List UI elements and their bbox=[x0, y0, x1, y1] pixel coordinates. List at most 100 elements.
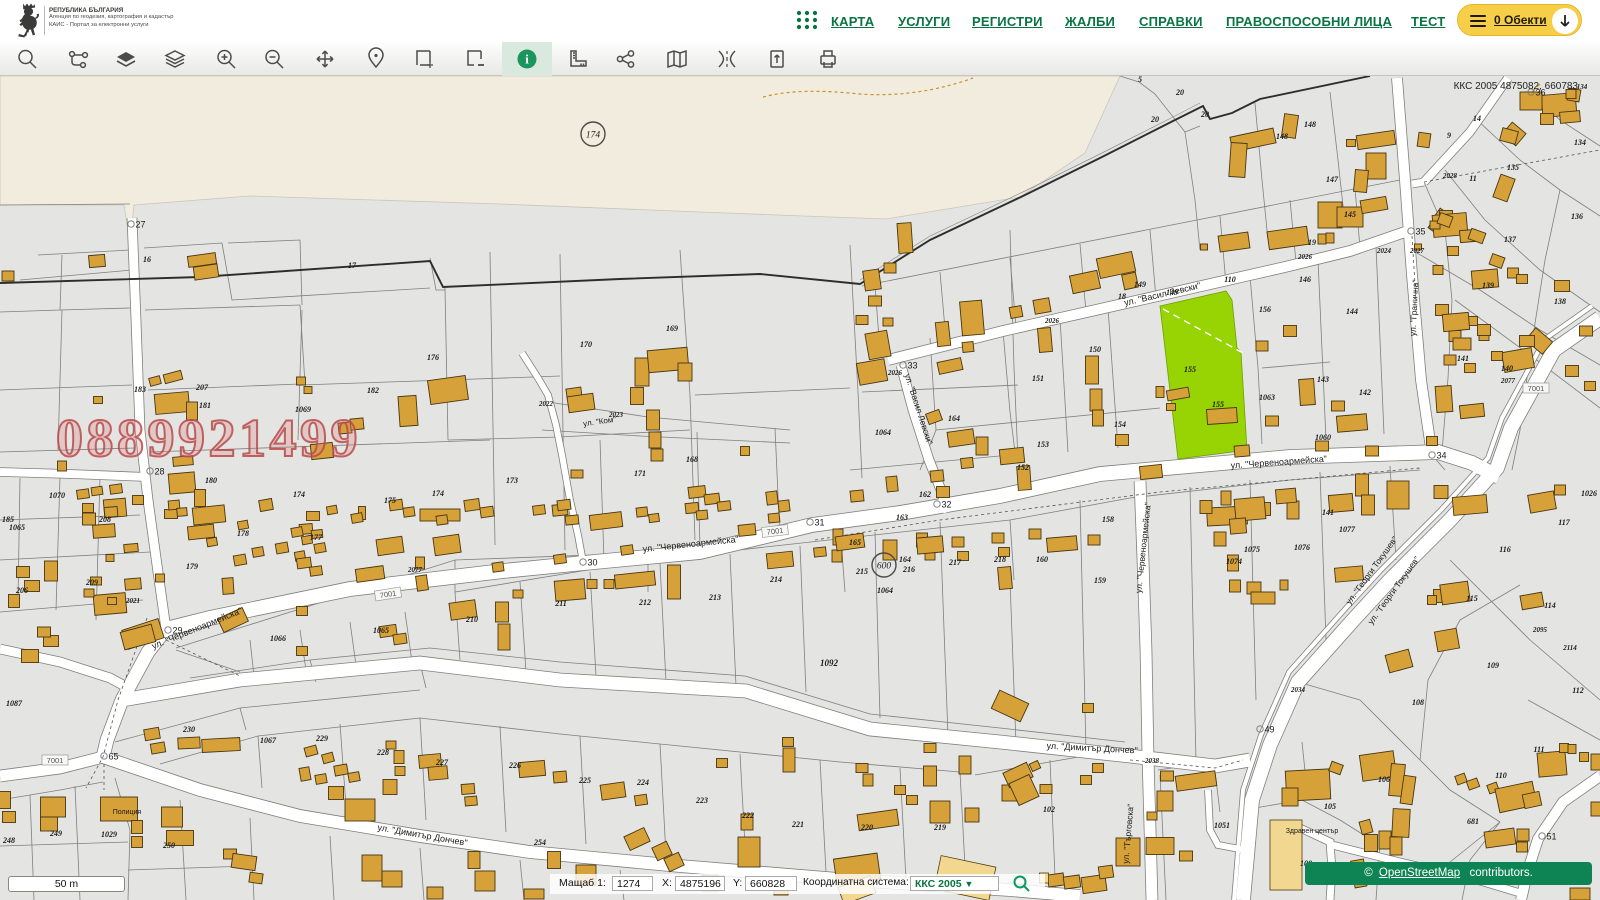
svg-text:230: 230 bbox=[182, 725, 195, 734]
svg-text:163: 163 bbox=[896, 513, 908, 522]
svg-text:1065: 1065 bbox=[9, 523, 25, 532]
svg-text:144: 144 bbox=[1346, 307, 1358, 316]
svg-text:217: 217 bbox=[948, 558, 962, 567]
svg-text:248: 248 bbox=[2, 836, 15, 845]
svg-text:141: 141 bbox=[1457, 354, 1469, 363]
svg-text:109: 109 bbox=[1487, 661, 1499, 670]
svg-text:Здравен център: Здравен център bbox=[1286, 828, 1339, 835]
svg-text:183: 183 bbox=[134, 385, 146, 394]
svg-text:164: 164 bbox=[948, 414, 960, 423]
svg-text:212: 212 bbox=[638, 598, 651, 607]
svg-text:178: 178 bbox=[237, 529, 249, 538]
svg-text:34: 34 bbox=[1437, 451, 1447, 461]
svg-text:2095: 2095 bbox=[1532, 626, 1548, 634]
svg-text:177: 177 bbox=[310, 533, 323, 542]
svg-text:600: 600 bbox=[877, 562, 892, 572]
svg-text:134: 134 bbox=[1577, 83, 1588, 91]
svg-text:141: 141 bbox=[1322, 508, 1334, 517]
svg-text:1065: 1065 bbox=[373, 626, 389, 635]
svg-text:249: 249 bbox=[49, 829, 62, 838]
svg-text:110: 110 bbox=[1224, 275, 1236, 284]
svg-text:2022: 2022 bbox=[538, 400, 554, 408]
svg-text:1029: 1029 bbox=[101, 830, 117, 839]
svg-text:206: 206 bbox=[15, 586, 28, 595]
svg-text:174: 174 bbox=[293, 490, 305, 499]
svg-text:137: 137 bbox=[1504, 235, 1517, 244]
svg-text:1026: 1026 bbox=[1581, 489, 1597, 498]
svg-text:17: 17 bbox=[348, 261, 357, 270]
svg-text:148: 148 bbox=[1276, 132, 1288, 141]
svg-text:174: 174 bbox=[586, 131, 601, 141]
svg-text:ККС 2005 4875082, 660783: ККС 2005 4875082, 660783 bbox=[1454, 81, 1579, 92]
svg-text:20: 20 bbox=[1200, 110, 1209, 119]
svg-text:160: 160 bbox=[1036, 555, 1048, 564]
svg-text:29: 29 bbox=[173, 626, 183, 636]
svg-text:158: 158 bbox=[1102, 515, 1114, 524]
svg-text:209: 209 bbox=[85, 578, 98, 587]
svg-text:207: 207 bbox=[195, 383, 209, 392]
svg-text:150: 150 bbox=[1089, 345, 1101, 354]
svg-text:211: 211 bbox=[554, 599, 567, 608]
svg-text:153: 153 bbox=[1037, 440, 1049, 449]
svg-text:175: 175 bbox=[384, 496, 396, 505]
svg-text:1060: 1060 bbox=[1315, 433, 1331, 442]
svg-text:218: 218 bbox=[993, 555, 1006, 564]
svg-text:215: 215 bbox=[855, 567, 868, 576]
svg-text:156: 156 bbox=[1259, 305, 1271, 314]
svg-text:225: 225 bbox=[578, 776, 591, 785]
svg-text:1067: 1067 bbox=[260, 736, 277, 745]
svg-text:20: 20 bbox=[1175, 88, 1184, 97]
svg-text:7001: 7001 bbox=[1528, 384, 1545, 393]
svg-text:1051: 1051 bbox=[1214, 821, 1230, 830]
svg-text:106: 106 bbox=[1378, 775, 1390, 784]
svg-text:173: 173 bbox=[506, 476, 518, 485]
svg-text:11: 11 bbox=[1469, 174, 1477, 183]
svg-text:49: 49 bbox=[1265, 725, 1275, 735]
svg-text:154: 154 bbox=[1114, 420, 1126, 429]
svg-text:226: 226 bbox=[508, 761, 521, 770]
svg-text:169: 169 bbox=[666, 324, 678, 333]
svg-text:1064: 1064 bbox=[877, 586, 893, 595]
svg-text:2034: 2034 bbox=[1290, 686, 1306, 694]
svg-text:136: 136 bbox=[1571, 212, 1583, 221]
svg-text:1066: 1066 bbox=[270, 634, 286, 643]
svg-text:5: 5 bbox=[1138, 76, 1142, 84]
svg-text:681: 681 bbox=[1467, 817, 1479, 826]
svg-text:222: 222 bbox=[741, 811, 754, 820]
svg-text:105: 105 bbox=[1324, 802, 1336, 811]
svg-text:134: 134 bbox=[1574, 138, 1586, 147]
svg-text:1063: 1063 bbox=[1259, 393, 1275, 402]
svg-text:2038: 2038 bbox=[1144, 757, 1160, 765]
svg-text:2026: 2026 bbox=[887, 369, 903, 377]
svg-text:254: 254 bbox=[533, 838, 546, 847]
svg-text:110: 110 bbox=[1495, 771, 1507, 780]
svg-text:9: 9 bbox=[1447, 131, 1451, 140]
svg-text:228: 228 bbox=[376, 748, 389, 757]
svg-text:145: 145 bbox=[1344, 210, 1356, 219]
svg-text:227: 227 bbox=[435, 758, 449, 767]
svg-text:19: 19 bbox=[1308, 238, 1316, 247]
svg-text:2026: 2026 bbox=[1044, 317, 1060, 325]
svg-text:152: 152 bbox=[1017, 463, 1029, 472]
svg-text:2026: 2026 bbox=[1297, 253, 1313, 261]
svg-text:182: 182 bbox=[367, 386, 379, 395]
svg-text:1070: 1070 bbox=[49, 491, 65, 500]
svg-text:250: 250 bbox=[162, 841, 175, 850]
svg-text:149: 149 bbox=[1134, 280, 1146, 289]
svg-text:1077: 1077 bbox=[1339, 525, 1356, 534]
svg-text:179: 179 bbox=[186, 562, 198, 571]
svg-text:229: 229 bbox=[315, 734, 328, 743]
svg-text:148: 148 bbox=[1304, 120, 1316, 129]
svg-text:159: 159 bbox=[1094, 576, 1106, 585]
svg-text:114: 114 bbox=[1544, 601, 1556, 610]
svg-text:176: 176 bbox=[427, 353, 439, 362]
svg-text:1075: 1075 bbox=[1244, 545, 1260, 554]
svg-text:108: 108 bbox=[1412, 698, 1424, 707]
svg-text:216: 216 bbox=[902, 565, 915, 574]
svg-text:2021: 2021 bbox=[125, 597, 140, 605]
svg-text:210: 210 bbox=[465, 615, 478, 624]
svg-text:2077: 2077 bbox=[1500, 377, 1516, 385]
svg-text:31: 31 bbox=[815, 518, 825, 528]
svg-text:221: 221 bbox=[791, 820, 804, 829]
svg-text:i: i bbox=[525, 52, 529, 67]
